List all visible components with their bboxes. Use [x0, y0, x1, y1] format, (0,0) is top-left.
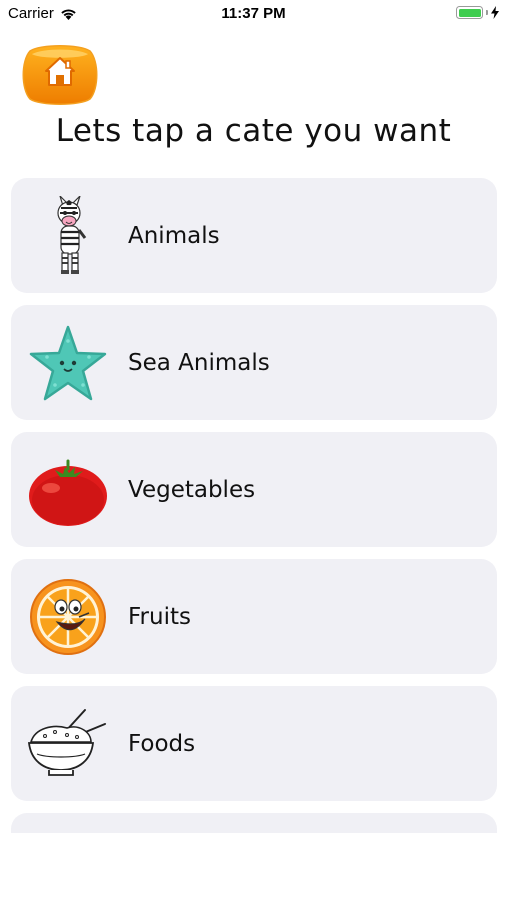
starfish-icon [29, 325, 107, 401]
orange-icon [30, 579, 106, 655]
category-list[interactable]: Animals Sea Animals Vegetables Fruits Fo… [11, 178, 497, 833]
zebra-icon [57, 196, 87, 274]
category-label: Fruits [128, 603, 191, 630]
category-card-partial[interactable] [11, 813, 497, 833]
status-bar: Carrier 11:37 PM [0, 0, 507, 28]
battery-icon [456, 6, 483, 19]
tomato-icon [29, 459, 107, 526]
category-card-foods[interactable]: Foods [11, 686, 497, 801]
battery-indicator [456, 6, 499, 19]
category-label: Foods [128, 730, 196, 757]
category-card-sea-animals[interactable]: Sea Animals [11, 305, 497, 420]
category-label: Sea Animals [128, 349, 270, 376]
battery-level [458, 8, 481, 17]
status-time: 11:37 PM [221, 5, 286, 22]
category-card-vegetables[interactable]: Vegetables [11, 432, 497, 547]
category-label: Vegetables [128, 476, 256, 503]
category-card-fruits[interactable]: Fruits [11, 559, 497, 674]
battery-cap [486, 10, 488, 15]
rice-bowl-icon [27, 709, 106, 776]
home-button[interactable] [22, 45, 98, 105]
home-icon [22, 45, 98, 105]
category-label: Animals [128, 222, 220, 249]
charging-bolt-icon [491, 6, 499, 19]
page-title: Lets tap a cate you want [55, 113, 452, 149]
category-card-animals[interactable]: Animals [11, 178, 497, 293]
